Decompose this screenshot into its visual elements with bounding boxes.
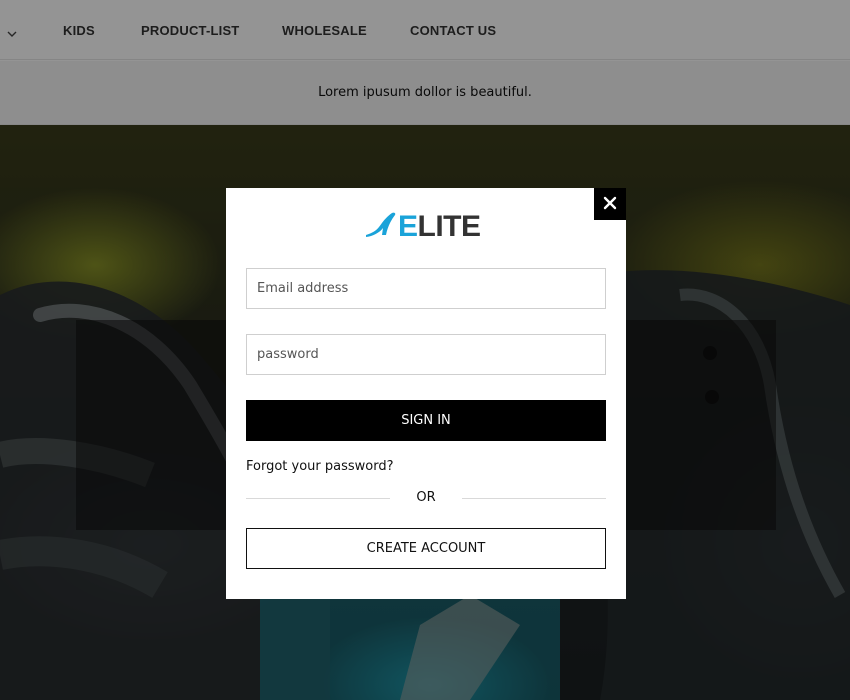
sign-in-button[interactable]: SIGN IN — [246, 400, 606, 441]
password-field[interactable] — [246, 334, 606, 375]
logo-wordmark: ELITE — [398, 210, 481, 243]
close-icon — [603, 195, 617, 214]
brand-logo[interactable]: ELITE — [364, 212, 488, 242]
create-account-button[interactable]: CREATE ACCOUNT — [246, 528, 606, 569]
forgot-password-link[interactable]: Forgot your password? — [246, 459, 394, 474]
or-divider-right — [462, 498, 606, 499]
close-button[interactable] — [594, 188, 626, 220]
email-field[interactable] — [246, 268, 606, 309]
login-modal: ELITE SIGN IN Forgot your password? OR C… — [226, 188, 626, 599]
high-heel-icon — [364, 211, 398, 243]
